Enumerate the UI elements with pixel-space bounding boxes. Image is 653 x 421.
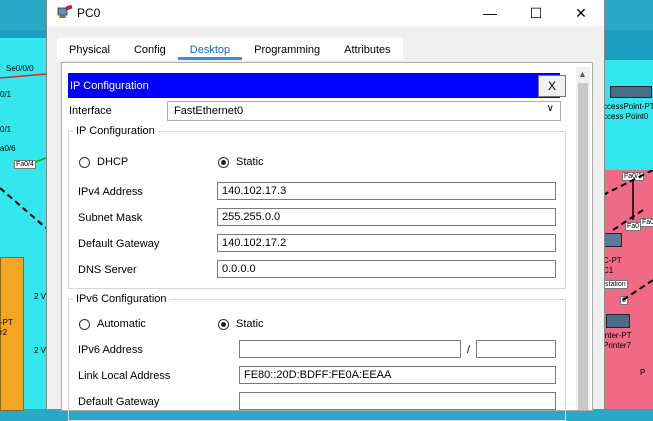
ipv4-group-title: IP Configuration (73, 125, 158, 137)
ip-config-title: IP Configuration (70, 80, 149, 92)
canvas-toolbar-left (0, 30, 46, 38)
canvas-label: inter-PT (603, 331, 632, 340)
ipv6-address-label: IPv6 Address (78, 344, 143, 356)
canvas-port-tag: Fa0/4 (14, 160, 36, 169)
canvas-label: a0/6 (0, 144, 16, 153)
automatic-radio[interactable] (79, 319, 90, 330)
interface-select[interactable]: FastEthernet0 ∨ (167, 101, 561, 121)
window-titlebar[interactable]: PC0 — ☐ ✕ (47, 0, 604, 26)
scroll-up-icon[interactable]: ▲ (578, 69, 587, 79)
ip-config-close-button[interactable]: X (538, 75, 566, 97)
dns-server-input[interactable]: 0.0.0.0 (217, 260, 556, 278)
canvas-label: r2 (0, 328, 8, 337)
tab-bar: Physical Config Desktop Programming Attribut… (57, 38, 403, 60)
canvas-label: Printer7 (603, 341, 632, 350)
ipv4-address-input[interactable]: 140.102.17.3 (217, 182, 556, 200)
dhcp-radio[interactable] (79, 157, 90, 168)
static-ipv6-radio[interactable] (218, 319, 229, 330)
static-ipv6-label: Static (236, 318, 264, 330)
canvas-label: ccessPoint-PT (603, 102, 653, 111)
tab-programming[interactable]: Programming (242, 38, 333, 60)
ipv6-address-input[interactable] (239, 340, 461, 358)
maximize-button[interactable]: ☐ (513, 0, 559, 26)
ipv6-group-title: IPv6 Configuration (73, 293, 170, 305)
tab-desktop[interactable]: Desktop (177, 38, 243, 60)
default-gateway-label: Default Gateway (78, 238, 160, 250)
automatic-label: Automatic (97, 318, 146, 330)
interface-value: FastEthernet0 (174, 105, 244, 117)
prefix-separator: / (467, 344, 471, 356)
pc-app-icon (57, 5, 73, 18)
canvas-label: -PT (0, 318, 13, 327)
dhcp-label: DHCP (97, 156, 129, 168)
access-point-device-icon[interactable] (610, 86, 652, 98)
canvas-label: 0/1 (0, 125, 12, 134)
tab-attributes[interactable]: Attributes (332, 38, 403, 60)
desktop-content: IP Configuration X ▲ Interface FastEther… (61, 62, 593, 421)
canvas-label: 2 V (34, 346, 47, 355)
scrollbar-thumb[interactable] (578, 83, 588, 410)
close-button[interactable]: ✕ (558, 0, 604, 26)
canvas-label: 0/1 (0, 90, 12, 99)
ip-config-header: IP Configuration X (68, 73, 566, 98)
canvas-label: Se0/0/0 (6, 64, 34, 73)
minimize-button[interactable]: — (467, 0, 513, 26)
tab-physical[interactable]: Physical (57, 38, 122, 60)
link-local-input[interactable]: FE80::20D:BDFF:FE0A:EEAA (239, 366, 556, 384)
ipv6-prefix-input[interactable] (476, 340, 556, 358)
static-ipv4-radio[interactable] (218, 157, 229, 168)
interface-label: Interface (69, 105, 112, 117)
static-ipv4-label: Static (236, 156, 264, 168)
default-gateway-input[interactable]: 140.102.17.2 (217, 234, 556, 252)
link-local-label: Link Local Address (78, 370, 171, 382)
chevron-down-icon: ∨ (546, 103, 554, 114)
dns-server-label: DNS Server (78, 264, 137, 276)
ipv6-default-gateway-input[interactable] (239, 392, 556, 410)
canvas-toolbar-right (603, 30, 653, 60)
subnet-mask-label: Subnet Mask (78, 212, 143, 224)
subnet-mask-input[interactable]: 255.255.0.0 (217, 208, 556, 226)
ipv4-address-label: IPv4 Address (78, 186, 143, 198)
canvas-label: 2 V (34, 292, 47, 301)
pc0-window: PC0 — ☐ ✕ Physical Config Desktop Programmi… (46, 0, 605, 421)
vertical-scrollbar[interactable]: ▲ (576, 67, 590, 410)
ipv6-default-gateway-label: Default Gateway (78, 396, 160, 408)
canvas-label: ccess Point0 (603, 112, 649, 121)
window-title: PC0 (77, 6, 101, 20)
canvas-label: P (640, 368, 646, 377)
canvas-links-right (603, 170, 653, 301)
tab-config[interactable]: Config (121, 38, 178, 60)
